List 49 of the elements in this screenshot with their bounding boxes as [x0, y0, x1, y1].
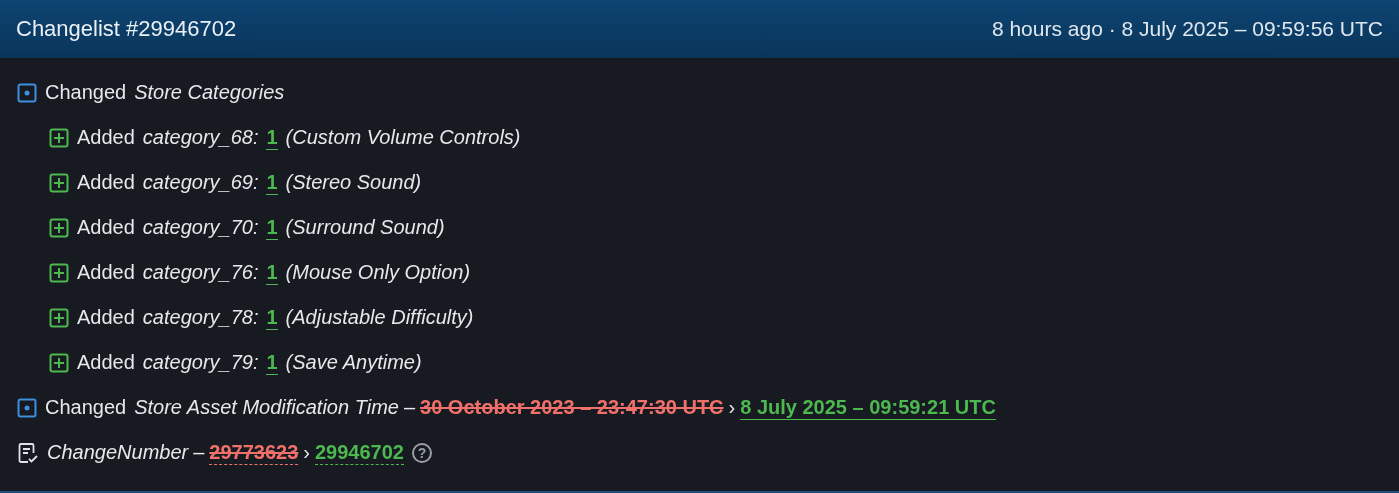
- change-action: Added: [77, 351, 135, 374]
- value-note: (Save Anytime): [285, 351, 422, 374]
- separator: –: [193, 441, 205, 464]
- field-name: category_78:: [142, 306, 259, 329]
- plus-square-icon: [49, 352, 69, 373]
- plus-square-icon: [49, 217, 69, 238]
- change-action: Added: [77, 126, 135, 149]
- new-value: 1: [266, 170, 278, 195]
- help-icon[interactable]: ?: [411, 442, 432, 463]
- new-value: 1: [266, 125, 278, 150]
- change-action: Added: [77, 306, 135, 329]
- new-value: 1: [266, 305, 278, 330]
- field-name: category_76:: [142, 261, 259, 284]
- new-value: 8 July 2025 – 09:59:21 UTC: [740, 395, 996, 420]
- new-value: 1: [266, 215, 278, 240]
- value-note: (Surround Sound): [285, 216, 445, 239]
- field-name: ChangeNumber: [47, 441, 189, 464]
- plus-square-icon: [49, 172, 69, 193]
- timestamp: 8 hours ago · 8 July 2025 – 09:59:56 UTC: [991, 17, 1383, 41]
- new-value: 1: [266, 260, 278, 285]
- arrow-separator: ›: [728, 396, 736, 419]
- field-name: Store Categories: [134, 81, 285, 104]
- field-name: category_70:: [142, 216, 259, 239]
- new-value: 29946702: [315, 440, 404, 465]
- plus-square-icon: [49, 127, 69, 148]
- value-note: (Custom Volume Controls): [285, 126, 521, 149]
- field-name: category_69:: [142, 171, 259, 194]
- field-name: Store Asset Modification Time: [134, 396, 399, 419]
- change-action: Added: [77, 216, 135, 239]
- change-action: Added: [77, 171, 135, 194]
- change-action: Changed: [45, 396, 127, 419]
- change-action: Added: [77, 261, 135, 284]
- plus-square-icon: [49, 307, 69, 328]
- old-value: 29773623: [209, 440, 299, 465]
- arrow-separator: ›: [303, 441, 310, 464]
- plus-square-icon: [49, 262, 69, 283]
- document-check-icon: [17, 441, 39, 464]
- separator: –: [403, 396, 416, 419]
- dot-square-icon: [17, 82, 37, 103]
- dot-square-icon: [17, 397, 37, 418]
- value-note: (Mouse Only Option): [285, 261, 471, 284]
- field-name: category_79:: [142, 351, 259, 374]
- change-action: Changed: [45, 81, 127, 104]
- value-note: (Adjustable Difficulty): [285, 306, 474, 329]
- value-note: (Stereo Sound): [285, 171, 422, 194]
- old-value: 30 October 2023 – 23:47:30 UTC: [420, 396, 724, 419]
- new-value: 1: [266, 350, 278, 375]
- changelist-title: Changelist #29946702: [16, 16, 237, 42]
- field-name: category_68:: [142, 126, 259, 149]
